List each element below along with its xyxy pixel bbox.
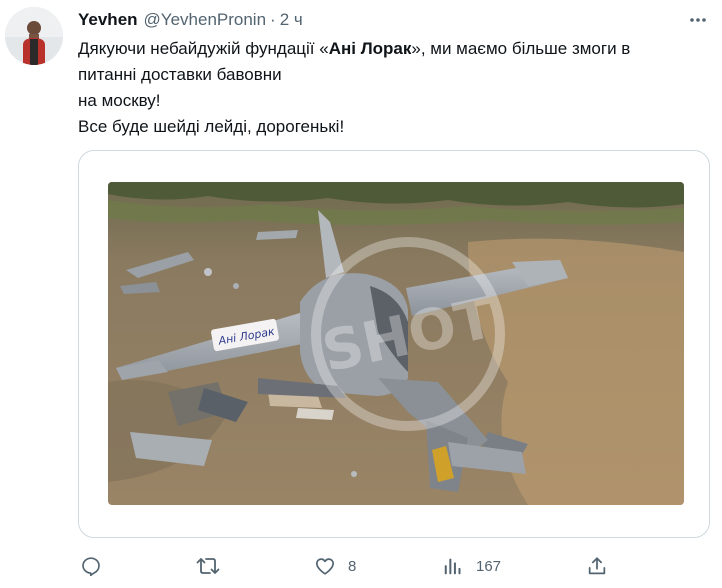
views-button[interactable]: 167 bbox=[442, 552, 501, 580]
tweet-photo[interactable]: Ані Лорак SHOT bbox=[108, 182, 684, 505]
tweet-text: Дякуючи небайдужій фундації «Ані Лорак»,… bbox=[78, 36, 708, 140]
like-count: 8 bbox=[348, 557, 357, 575]
drone-wreck-image: Ані Лорак SHOT bbox=[108, 182, 684, 505]
tweet-actions: 8 167 bbox=[78, 552, 678, 580]
tweet-text-line-1: Дякуючи небайдужій фундації «Ані Лорак»,… bbox=[78, 39, 631, 58]
more-icon bbox=[690, 18, 706, 22]
tweet-header: Yevhen @YevhenPronin · 2 ч bbox=[78, 8, 303, 32]
tweet-text-line-4: Все буде шейді лейді, дорогенькі! bbox=[78, 117, 345, 136]
tweet-time[interactable]: 2 ч bbox=[280, 10, 303, 30]
foundation-name: Ані Лорак bbox=[328, 39, 412, 58]
author-name[interactable]: Yevhen bbox=[78, 10, 138, 30]
tweet-text-line-3: на москву! bbox=[78, 91, 161, 110]
retweet-icon bbox=[196, 558, 220, 574]
retweet-button[interactable] bbox=[196, 552, 232, 580]
more-options-button[interactable] bbox=[684, 8, 712, 32]
avatar[interactable] bbox=[5, 7, 63, 65]
tweet-text-line-2: питанні доставки бавовни bbox=[78, 65, 282, 84]
share-button[interactable] bbox=[586, 552, 620, 580]
share-icon bbox=[588, 557, 606, 575]
heart-icon bbox=[316, 558, 334, 575]
reply-button[interactable] bbox=[80, 552, 114, 580]
views-count: 167 bbox=[476, 557, 502, 575]
reply-icon bbox=[82, 557, 100, 577]
author-handle[interactable]: @YevhenPronin bbox=[144, 10, 267, 30]
like-button[interactable]: 8 bbox=[314, 552, 356, 580]
views-icon bbox=[444, 558, 461, 575]
separator-dot: · bbox=[270, 10, 276, 29]
avatar-image bbox=[5, 7, 63, 65]
